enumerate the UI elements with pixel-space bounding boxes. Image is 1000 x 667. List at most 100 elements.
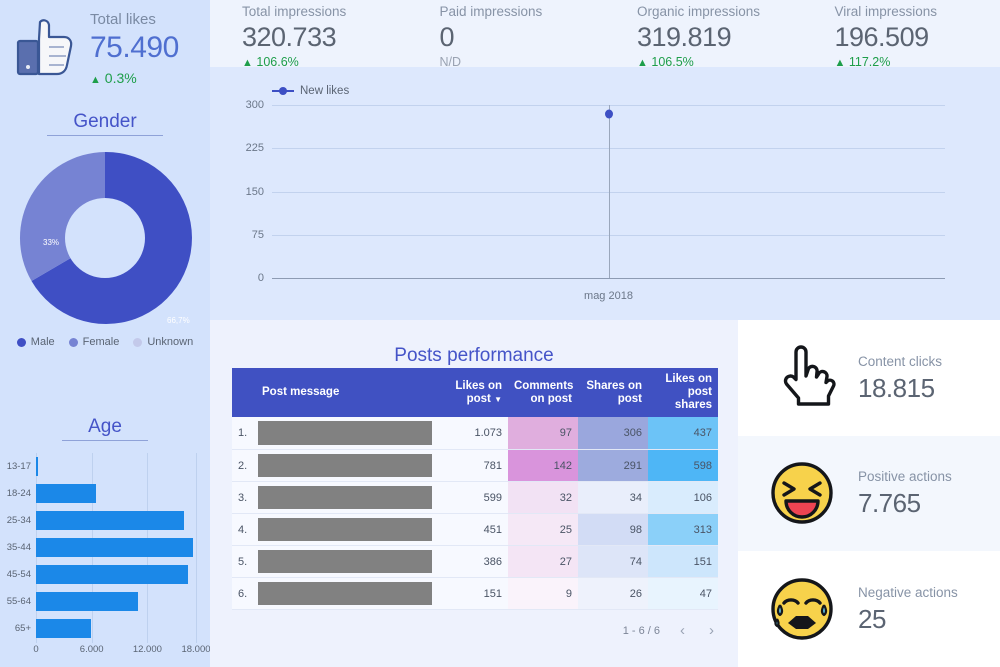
negative-actions-value: 25 (858, 603, 886, 634)
cell-post-message (252, 577, 438, 610)
column-header-likes-on-post-shares[interactable]: Likes on post shares (648, 368, 718, 417)
cell-post-message (252, 481, 438, 514)
content-clicks-card: Content clicks 18.815 (738, 320, 1000, 436)
cell-shares: 74 (578, 545, 648, 578)
row-index: 5. (232, 545, 252, 578)
cell-share-likes: 598 (648, 449, 718, 482)
legend-label-male: Male (30, 336, 55, 348)
cell-likes: 151 (438, 577, 508, 610)
new-likes-chart-panel: New likes 300 225 150 75 0 mag 2018 (210, 67, 1000, 320)
new-likes-legend-label: New likes (300, 85, 350, 97)
table-row[interactable]: 6. 151 9 26 47 (232, 577, 718, 610)
arrow-up-icon: ▲ (90, 74, 101, 86)
kpi-value: 0 (439, 22, 455, 52)
legend-dot-female (68, 337, 78, 347)
table-row[interactable]: 3. 599 32 34 106 (232, 481, 718, 514)
age-bar[interactable] (36, 619, 92, 638)
age-bar[interactable] (36, 592, 139, 611)
kpi-label: Organic impressions (637, 4, 761, 19)
age-chart-panel: Age 13-17 18-24 25-34 35-44 45-54 55-64 … (0, 408, 211, 667)
total-likes-delta-value: 0.3% (104, 70, 137, 86)
cell-comments: 9 (508, 577, 578, 610)
y-tick: 300 (245, 99, 264, 111)
row-index: 2. (232, 449, 252, 482)
new-likes-plot: 300 225 150 75 0 mag 2018 (246, 99, 945, 302)
kpi-label: Total impressions (242, 4, 347, 19)
kpi-value: 319.819 (637, 22, 732, 52)
age-bar[interactable] (36, 457, 38, 476)
positive-actions-label: Positive actions (858, 469, 952, 485)
y-tick: 75 (251, 228, 264, 241)
right-metrics-column: Content clicks 18.815 Positive actions 7… (738, 320, 1000, 667)
cell-share-likes: 313 (648, 513, 718, 546)
table-row[interactable]: 1. 1.073 97 306 437 (232, 417, 718, 450)
y-tick: 150 (245, 185, 264, 198)
age-row: 13-17 (0, 453, 196, 480)
age-bar[interactable] (36, 484, 96, 503)
age-row: 55-64 (0, 588, 196, 615)
column-header-comments-on-post[interactable]: Comments on post (508, 368, 578, 417)
age-category-label: 45-54 (6, 569, 31, 580)
legend-item-male[interactable]: Male (16, 336, 55, 348)
y-tick: 225 (245, 142, 264, 155)
gender-legend: Male Female Unknown (0, 336, 210, 348)
age-bar[interactable] (36, 538, 194, 557)
content-clicks-value: 18.815 (858, 372, 935, 403)
column-header-index (232, 368, 252, 417)
table-pagination: 1 - 6 / 6 ‹ › (232, 622, 718, 639)
chevron-down-icon: ▼ (494, 394, 502, 404)
cell-shares: 34 (578, 481, 648, 514)
cell-likes: 451 (438, 513, 508, 546)
pagination-next-button[interactable]: › (705, 622, 718, 639)
table-row[interactable]: 5. 386 27 74 151 (232, 545, 718, 578)
age-category-label: 13-17 (6, 461, 31, 472)
cell-comments: 32 (508, 481, 578, 514)
cell-shares: 26 (578, 577, 648, 610)
total-likes-label: Total likes (90, 11, 156, 28)
age-category-label: 35-44 (6, 542, 31, 553)
row-index: 3. (232, 481, 252, 514)
table-row[interactable]: 2. 781 142 291 598 (232, 449, 718, 482)
legend-dot-unknown (133, 337, 143, 347)
age-row: 65+ (0, 615, 196, 642)
kpi-label: Paid impressions (439, 4, 543, 19)
cell-post-message (252, 449, 438, 482)
legend-item-female[interactable]: Female (68, 336, 120, 348)
cell-likes: 386 (438, 545, 508, 578)
column-header-likes-on-post[interactable]: Likes on post ▼ (438, 368, 508, 417)
row-index: 1. (232, 417, 252, 450)
posts-performance-title: Posts performance (210, 320, 738, 371)
age-row: 25-34 (0, 507, 196, 534)
redacted-message-block (258, 550, 432, 573)
pagination-prev-button[interactable]: ‹ (676, 622, 689, 639)
redacted-message-block (258, 518, 432, 541)
age-row: 45-54 (0, 561, 196, 588)
data-point-new-likes[interactable] (604, 109, 613, 119)
cell-likes: 1.073 (438, 417, 508, 450)
posts-performance-panel: Posts performance Post message Likes on … (210, 320, 738, 667)
redacted-message-block (258, 486, 432, 509)
age-bar[interactable] (36, 565, 188, 584)
left-sidebar: Total likes 75.490 ▲ 0.3% Gender 33% 66,… (0, 0, 211, 667)
column-header-post-message[interactable]: Post message (252, 368, 438, 417)
age-bar[interactable] (36, 511, 185, 530)
table-row[interactable]: 4. 451 25 98 313 (232, 513, 718, 546)
new-likes-legend[interactable]: New likes (272, 85, 349, 97)
cell-shares: 291 (578, 449, 648, 482)
donut-label-male: 66,7% (167, 316, 190, 325)
age-category-label: 65+ (14, 623, 31, 634)
column-header-shares-on-post[interactable]: Shares on post (578, 368, 648, 417)
legend-item-unknown[interactable]: Unknown (133, 336, 193, 348)
cell-shares: 98 (578, 513, 648, 546)
age-category-label: 18-24 (6, 488, 31, 499)
positive-actions-card: Positive actions 7.765 (738, 435, 1000, 551)
legend-label-female: Female (82, 336, 120, 348)
cell-likes: 599 (438, 481, 508, 514)
cell-post-message (252, 417, 438, 450)
kpi-total-impressions: Total impressions 320.733 ▲ 106.6% (210, 0, 408, 69)
age-bar-rows: 13-17 18-24 25-34 35-44 45-54 55-64 65+ (0, 453, 196, 643)
gender-chart-title: Gender (0, 103, 210, 136)
cell-post-message (252, 513, 438, 546)
line-marker-icon (272, 87, 294, 95)
age-chart-plot: 13-17 18-24 25-34 35-44 45-54 55-64 65+ (0, 453, 210, 643)
